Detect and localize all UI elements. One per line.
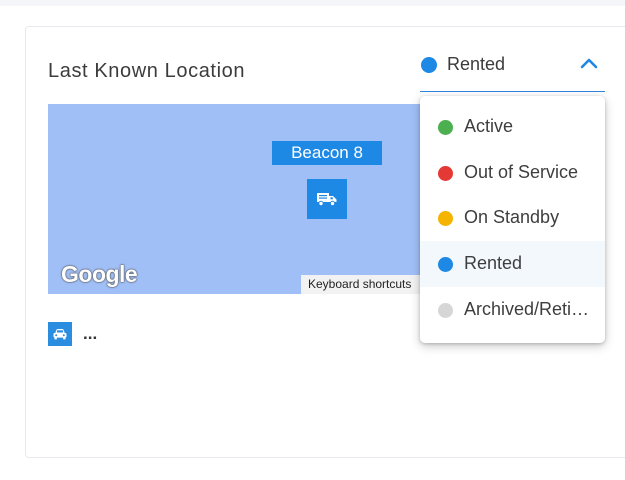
truck-icon — [317, 193, 337, 207]
page-top-bar — [0, 0, 625, 6]
card-title: Last Known Location — [48, 60, 246, 82]
status-color-dot — [438, 166, 453, 181]
status-option-active[interactable]: Active — [420, 104, 605, 150]
status-option-label: Active — [464, 116, 514, 136]
status-option-label: Out of Service — [464, 162, 579, 182]
status-option-archived-retired[interactable]: Archived/Retired — [420, 287, 605, 333]
beacon-label[interactable]: Beacon 8 — [272, 141, 382, 165]
status-select[interactable]: Rented — [420, 46, 605, 92]
status-dot — [421, 57, 437, 73]
status-color-dot — [438, 257, 453, 272]
status-option-out-of-service[interactable]: Out of Service — [420, 150, 605, 196]
status-option-label: Archived/Retired — [464, 299, 594, 319]
status-option-rented[interactable]: Rented — [420, 241, 605, 287]
vehicle-name: ... — [83, 324, 98, 343]
keyboard-shortcuts-link[interactable]: Keyboard shortcuts — [301, 275, 422, 294]
car-icon — [53, 329, 67, 340]
status-color-dot — [438, 120, 453, 135]
status-option-label: On Standby — [464, 207, 560, 227]
map[interactable]: Beacon 8 Google Keyboard shortcuts — [48, 104, 422, 294]
status-option-on-standby[interactable]: On Standby — [420, 195, 605, 241]
status-option-label: Rented — [464, 253, 523, 273]
status-color-dot — [438, 303, 453, 318]
chevron-up-icon[interactable] — [580, 56, 598, 70]
vehicle-badge — [48, 322, 72, 346]
status-select-value: Rented — [447, 54, 506, 74]
status-color-dot — [438, 211, 453, 226]
status-dropdown-menu: Active Out of Service On Standby Rented … — [420, 96, 605, 343]
beacon-marker[interactable] — [307, 179, 347, 219]
google-logo: Google — [61, 261, 138, 287]
